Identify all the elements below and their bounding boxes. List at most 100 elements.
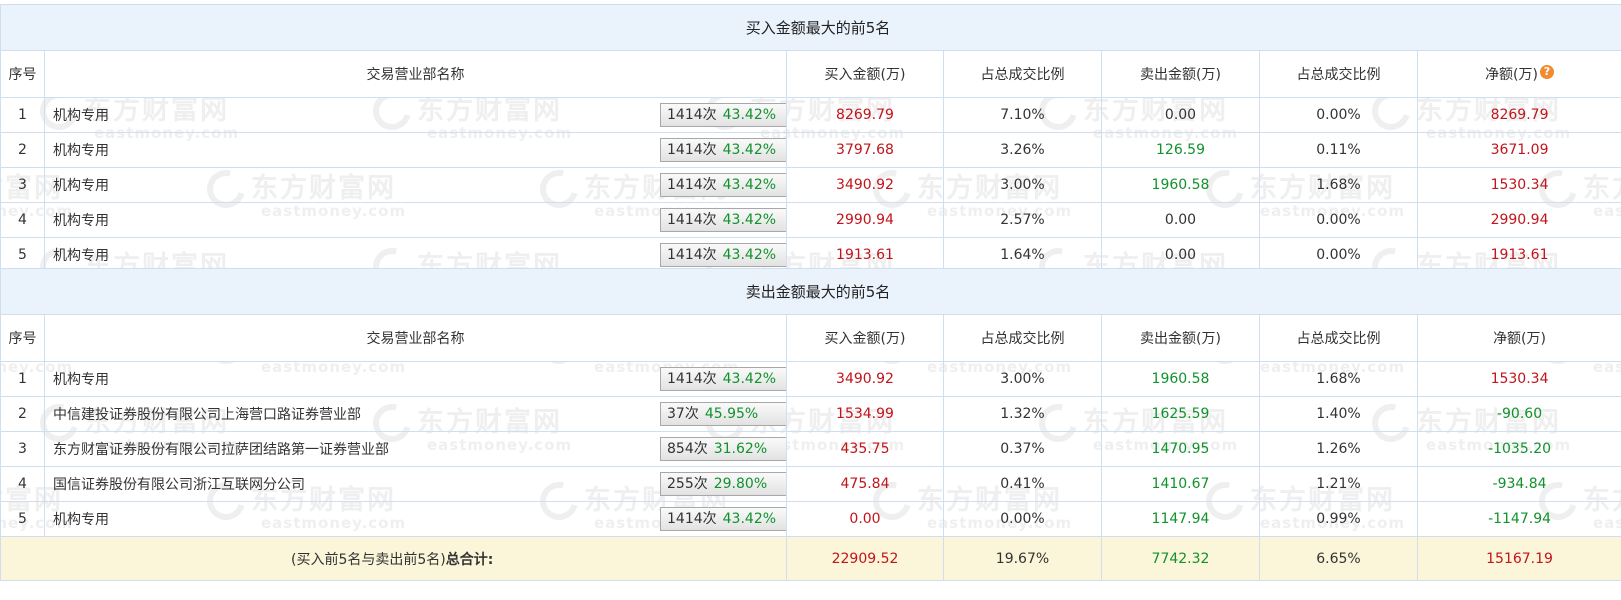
lhb-detail-panel: 东方财富网 eastmoney.com 东方财富网 eastmoney.com 东方财富… <box>0 0 1621 600</box>
branch-name[interactable]: 中信建投证券股份有限公司上海营口路证券营业部 <box>53 407 361 423</box>
total-buy-ratio: 19.67% <box>943 536 1102 581</box>
net-amount: -90.60 <box>1416 396 1621 432</box>
net-amount: -1147.94 <box>1416 501 1621 537</box>
total-label: (买入前5名与卖出前5名)总合计: <box>0 536 787 581</box>
table-row: 4 国信证券股份有限公司浙江互联网分公司 255次 29.80% 475.84 0.41%… <box>0 466 1621 502</box>
branch-name[interactable]: 机构专用 <box>53 143 109 159</box>
branch-name[interactable]: 机构专用 <box>53 372 109 388</box>
sell-ratio: 1.68% <box>1259 361 1418 397</box>
table-row: 1机构专用1414次43.42%?3490.923.00%1960.581.68… <box>0 361 1621 397</box>
branch-stats-badge[interactable]: 1414次 43.42% <box>660 507 786 531</box>
header-buy-amount: 买入金额(万) <box>786 50 944 98</box>
branch-stats-badge[interactable]: 1414次 43.42% <box>660 138 786 162</box>
branch-name-cell: 机构专用 1414次43.42%? <box>44 97 787 133</box>
buy-amount: 2990.94 <box>786 202 944 238</box>
buy-header-row: 序号 交易营业部名称 买入金额(万) 占总成交比例 卖出金额(万) 占总成交比例… <box>0 50 1621 98</box>
branch-name-cell: 机构专用 1414次43.42%? <box>44 361 787 397</box>
table-row: 1机构专用1414次43.42%?8269.797.10%0.000.00%82… <box>0 97 1621 133</box>
buy-top5-table: 买入金额最大的前5名 序号 交易营业部名称 买入金额(万) 占总成交比例 卖出金… <box>0 4 1621 273</box>
row-no: 4 <box>0 466 45 502</box>
total-sell-ratio: 6.65% <box>1259 536 1418 581</box>
buy-amount: 1534.99 <box>786 396 944 432</box>
total-net-amount: 15167.19 <box>1416 536 1621 581</box>
net-amount: 1530.34 <box>1416 167 1621 203</box>
sell-ratio: 0.00% <box>1259 202 1418 238</box>
total-row: (买入前5名与卖出前5名)总合计: 22909.52 19.67% 7742.3… <box>0 536 1621 581</box>
sell-header-row: 序号 交易营业部名称 买入金额(万) 占总成交比例 卖出金额(万) 占总成交比例… <box>0 314 1621 362</box>
header-no: 序号 <box>0 50 45 98</box>
buy-ratio: 0.41% <box>943 466 1102 502</box>
row-no: 2 <box>0 396 45 432</box>
row-no: 4 <box>0 202 45 238</box>
sell-amount: 1147.94 <box>1101 501 1260 537</box>
branch-stats-badge[interactable]: 854次 31.62% <box>660 437 786 461</box>
net-amount: 3671.09 <box>1416 132 1621 168</box>
branch-count: 1414次 <box>667 142 717 158</box>
buy-ratio: 3.00% <box>943 167 1102 203</box>
branch-name-cell: 机构专用 1414次 43.42% <box>44 132 787 168</box>
buy-section-title: 买入金额最大的前5名 <box>0 4 1621 51</box>
branch-count: 255次 <box>667 476 708 492</box>
buy-amount: 3797.68 <box>786 132 944 168</box>
branch-name[interactable]: 机构专用 <box>53 213 109 229</box>
sell-ratio: 0.99% <box>1259 501 1418 537</box>
branch-name[interactable]: 机构专用 <box>53 248 109 264</box>
branch-stats-badge[interactable]: 1414次43.42%? <box>660 367 786 391</box>
buy-amount: 8269.79 <box>786 97 944 133</box>
buy-amount: 0.00 <box>786 501 944 537</box>
header-no: 序号 <box>0 314 45 362</box>
total-label-prefix: (买入前5名与卖出前5名) <box>291 551 446 568</box>
sell-amount: 1960.58 <box>1101 167 1260 203</box>
sell-amount: 1625.59 <box>1101 396 1260 432</box>
sell-section-title-row: 卖出金额最大的前5名 <box>0 268 1621 315</box>
branch-name[interactable]: 机构专用 <box>53 512 109 528</box>
branch-stats-badge[interactable]: 1414次 43.42% <box>660 173 786 197</box>
buy-ratio: 1.32% <box>943 396 1102 432</box>
branch-stats-badge[interactable]: 255次 29.80% <box>660 472 786 496</box>
row-no: 2 <box>0 132 45 168</box>
buy-section-title-row: 买入金额最大的前5名 <box>0 4 1621 51</box>
branch-name[interactable]: 机构专用 <box>53 108 109 124</box>
buy-amount: 475.84 <box>786 466 944 502</box>
buy-ratio: 2.57% <box>943 202 1102 238</box>
table-row: 5 机构专用 1414次 43.42% 0.00 0.00% 1147.94 0.99% -11… <box>0 501 1621 537</box>
branch-count: 1414次 <box>667 511 717 527</box>
branch-name[interactable]: 国信证券股份有限公司浙江互联网分公司 <box>53 477 305 493</box>
branch-count: 1414次 <box>667 177 717 193</box>
header-sell-ratio: 占总成交比例 <box>1259 50 1418 98</box>
buy-ratio: 0.37% <box>943 431 1102 467</box>
branch-stats-badge[interactable]: 1414次 43.42% <box>660 208 786 232</box>
branch-stats-badge[interactable]: 1414次43.42%? <box>660 103 786 127</box>
branch-stats-badge[interactable]: 37次 45.95% <box>660 402 786 426</box>
branch-name[interactable]: 机构专用 <box>53 178 109 194</box>
sell-top5-table: 卖出金额最大的前5名 序号 交易营业部名称 买入金额(万) 占总成交比例 卖出金… <box>0 268 1621 581</box>
table-row: 3 机构专用 1414次 43.42% 3490.92 3.00% 1960.58 1.68%… <box>0 167 1621 203</box>
sell-amount: 0.00 <box>1101 97 1260 133</box>
header-sell-amount: 卖出金额(万) <box>1101 50 1260 98</box>
header-sell-amount: 卖出金额(万) <box>1101 314 1260 362</box>
table-row: 3 东方财富证券股份有限公司拉萨团结路第一证券营业部 854次 31.62% 435.7… <box>0 431 1621 467</box>
sell-section-title: 卖出金额最大的前5名 <box>0 268 1621 315</box>
sell-ratio: 1.68% <box>1259 167 1418 203</box>
branch-stats-badge[interactable]: 1414次 43.42% <box>660 243 786 267</box>
sell-ratio: 0.00% <box>1259 97 1418 133</box>
help-question-icon[interactable]: ? <box>1540 65 1554 79</box>
header-net-amount: 净额(万) <box>1416 314 1621 362</box>
branch-win-rate: 43.42% <box>722 177 777 193</box>
table-row: 4 机构专用 1414次 43.42% 2990.94 2.57% 0.00 0.00% 299… <box>0 202 1621 238</box>
branch-name-cell: 中信建投证券股份有限公司上海营口路证券营业部 37次 45.95% <box>44 396 787 432</box>
header-branch-name: 交易营业部名称 <box>44 50 787 98</box>
branch-win-rate: 45.95% <box>704 406 759 422</box>
total-buy-amount: 22909.52 <box>786 536 944 581</box>
branch-win-rate: 43.42% <box>722 212 777 228</box>
net-amount: 2990.94 <box>1416 202 1621 238</box>
sell-amount: 1960.58 <box>1101 361 1260 397</box>
header-buy-ratio: 占总成交比例 <box>943 50 1102 98</box>
branch-name[interactable]: 东方财富证券股份有限公司拉萨团结路第一证券营业部 <box>53 442 389 458</box>
buy-amount: 435.75 <box>786 431 944 467</box>
total-label-suffix: 总合计: <box>445 551 494 568</box>
branch-win-rate: 43.42% <box>722 247 777 263</box>
sell-ratio: 1.26% <box>1259 431 1418 467</box>
branch-win-rate: 43.42% <box>722 371 777 387</box>
net-amount: -934.84 <box>1416 466 1621 502</box>
